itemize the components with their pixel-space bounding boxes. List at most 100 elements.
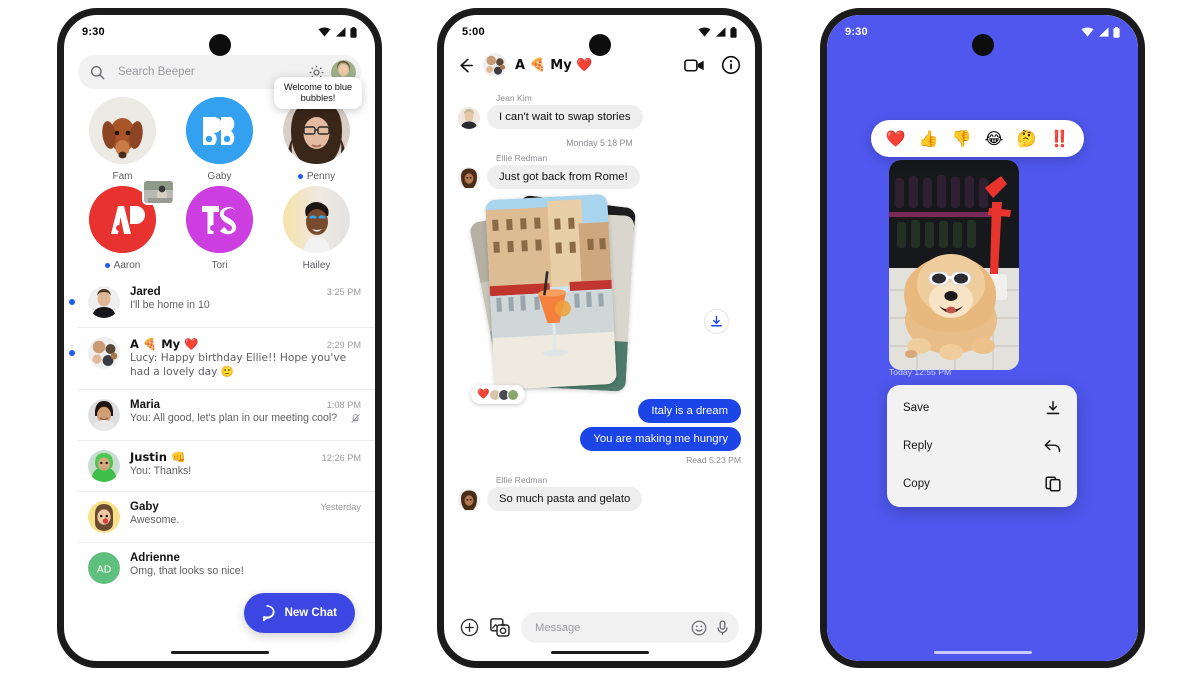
reaction-thumbs-up-icon[interactable]: 👍 <box>919 130 939 147</box>
avatar[interactable] <box>88 398 120 431</box>
story-name-text: Penny <box>306 171 336 182</box>
emoji-smile-icon[interactable] <box>691 620 707 636</box>
dog-photo-message[interactable] <box>889 160 1019 370</box>
context-menu-label: Reply <box>903 440 933 452</box>
conversation-row-jared[interactable]: Jared 3:25 PM I'll be home in 10 <box>69 277 375 328</box>
conversation-row-gaby[interactable]: Gaby Yesterday Awesome. <box>78 492 375 543</box>
phone3-screen: 9:30 ❤️ 👍 👎 😂 🤔 ‼️ Today 12:55 PM Save R… <box>827 15 1138 661</box>
conversation-body: Justin 👊 12:26 PM You: Thanks! <box>130 450 361 479</box>
conversation-name: Gaby <box>130 500 159 513</box>
reaction-exclamation-icon[interactable]: ‼️ <box>1049 130 1069 147</box>
story-item-hailey[interactable]: Hailey <box>268 186 365 271</box>
message-sender-name: Ellie Redman <box>496 153 548 163</box>
conversation-header: Gaby Yesterday <box>130 501 361 513</box>
story-avatar[interactable] <box>283 186 350 253</box>
message-composer: Message <box>444 612 755 643</box>
info-icon[interactable] <box>721 55 741 75</box>
story-item-penny[interactable]: Welcome to blue bubbles! Penny <box>268 77 365 182</box>
unread-indicator-dot <box>69 350 75 356</box>
phone1-screen: 9:30 Search Beeper Fam Gaby Welcome to b… <box>64 15 375 661</box>
download-button[interactable] <box>704 309 729 334</box>
reaction-heart-icon[interactable]: ❤️ <box>886 130 906 147</box>
unread-indicator-dot <box>297 174 303 179</box>
avatar[interactable] <box>458 107 480 129</box>
message-sender-name: Ellie Redman <box>496 475 548 485</box>
new-chat-label: New Chat <box>284 607 337 619</box>
context-menu-item-reply[interactable]: Reply <box>887 427 1077 465</box>
messages-area: Jean Kim I can't wait to swap stories Mo… <box>444 83 755 578</box>
reaction-laughing-icon[interactable]: 😂 <box>985 130 1004 147</box>
video-camera-icon[interactable] <box>684 56 705 75</box>
context-menu-item-save[interactable]: Save <box>887 389 1077 427</box>
search-input[interactable]: Search Beeper <box>118 66 308 78</box>
story-label: Penny <box>297 171 336 182</box>
new-chat-button[interactable]: New Chat <box>243 593 355 633</box>
reaction-picker-bar[interactable]: ❤️ 👍 👎 😂 🤔 ‼️ <box>871 120 1084 157</box>
photo-card-front-aperol[interactable] <box>485 193 617 391</box>
avatar[interactable] <box>88 449 120 482</box>
phone2-screen: 5:00 A 🍕 My ❤️ Jean Kim I can't wait to … <box>444 15 755 661</box>
conversation-preview: I'll be home in 10 <box>130 299 210 311</box>
message-input-field[interactable]: Message <box>521 612 739 643</box>
reactor-avatar <box>507 388 520 401</box>
read-receipt: Read 5:23 PM <box>686 455 741 465</box>
camera-punch-hole <box>208 34 231 56</box>
conversation-row-maria[interactable]: Maria 1:08 PM You: All good, let's plan … <box>78 390 375 441</box>
conversation-row-a-my[interactable]: A 🍕 My ❤️ 2:29 PM Lucy: Happy birthday E… <box>69 328 375 390</box>
mute-bell-icon <box>351 413 360 423</box>
avatar[interactable] <box>88 286 120 318</box>
camera-punch-hole <box>971 34 994 56</box>
conversation-name: Adrienne <box>130 551 180 564</box>
story-item-gaby[interactable]: Gaby <box>171 97 268 182</box>
story-name-text: Gaby <box>207 171 232 182</box>
story-avatar[interactable] <box>186 186 253 253</box>
phone-conversation: 5:00 A 🍕 My ❤️ Jean Kim I can't wait to … <box>437 8 762 668</box>
reaction-heart-icon: ❤️ <box>477 389 490 400</box>
photo-gallery-icon[interactable] <box>490 618 510 637</box>
message-reaction-pill[interactable]: ❤️ <box>471 385 526 404</box>
avatar[interactable] <box>458 489 480 511</box>
message-incoming[interactable]: I can't wait to swap stories <box>458 105 741 129</box>
avatar-initials[interactable]: AD <box>88 551 120 584</box>
avatar-group[interactable] <box>88 337 120 369</box>
story-item-tori[interactable]: Tori <box>171 186 268 271</box>
avatar[interactable] <box>458 167 480 189</box>
wifi-icon <box>698 27 711 37</box>
avatar[interactable] <box>88 500 120 533</box>
story-avatar[interactable] <box>186 97 253 164</box>
story-label: Fam <box>113 171 133 182</box>
photo-timestamp: Today 12:55 PM <box>889 367 952 377</box>
phone-media-context-menu: 9:30 ❤️ 👍 👎 😂 🤔 ‼️ Today 12:55 PM Save R… <box>820 8 1145 668</box>
reactor-avatars <box>489 388 520 401</box>
conversation-row-adrienne[interactable]: AD Adrienne Omg, that looks so nice! <box>78 543 375 593</box>
context-menu-item-copy[interactable]: Copy <box>887 465 1077 503</box>
message-incoming[interactable]: So much pasta and gelato <box>458 487 741 511</box>
screenshot-stage: 9:30 Search Beeper Fam Gaby Welcome to b… <box>0 0 1200 675</box>
status-time: 5:00 <box>462 26 485 38</box>
unread-indicator-dot <box>69 299 75 305</box>
message-bubble-outgoing: Italy is a dream <box>638 399 741 423</box>
story-name-text: Aaron <box>113 260 141 271</box>
story-avatar[interactable] <box>89 97 156 164</box>
wifi-icon <box>318 27 331 37</box>
conversation-time: 12:26 PM <box>321 452 361 463</box>
reaction-thinking-icon[interactable]: 🤔 <box>1016 130 1036 147</box>
microphone-icon[interactable] <box>715 619 730 636</box>
story-item-aaron[interactable]: Aaron <box>74 179 175 271</box>
conversation-preview: You: Thanks! <box>130 464 192 477</box>
conversation-avatar-group[interactable] <box>483 53 507 77</box>
story-item-fam[interactable]: Fam <box>74 97 171 182</box>
conversation-body: Adrienne Omg, that looks so nice! <box>130 552 361 579</box>
copy-icon <box>1045 476 1061 492</box>
back-arrow-icon[interactable] <box>456 56 475 75</box>
reaction-thumbs-down-icon[interactable]: 👎 <box>952 130 972 147</box>
conversation-body: Jared 3:25 PM I'll be home in 10 <box>130 286 361 313</box>
message-incoming[interactable]: Just got back from Rome! <box>458 165 741 189</box>
story-label: Gaby <box>208 171 232 182</box>
conversation-header: Adrienne <box>130 552 361 564</box>
photo-stack-message[interactable]: ❤️ <box>466 193 741 404</box>
conversation-row-justin[interactable]: Justin 👊 12:26 PM You: Thanks! <box>78 441 375 492</box>
conversation-time: 2:29 PM <box>326 340 361 350</box>
message-input[interactable]: Message <box>535 622 683 634</box>
plus-circle-icon[interactable] <box>460 618 479 637</box>
